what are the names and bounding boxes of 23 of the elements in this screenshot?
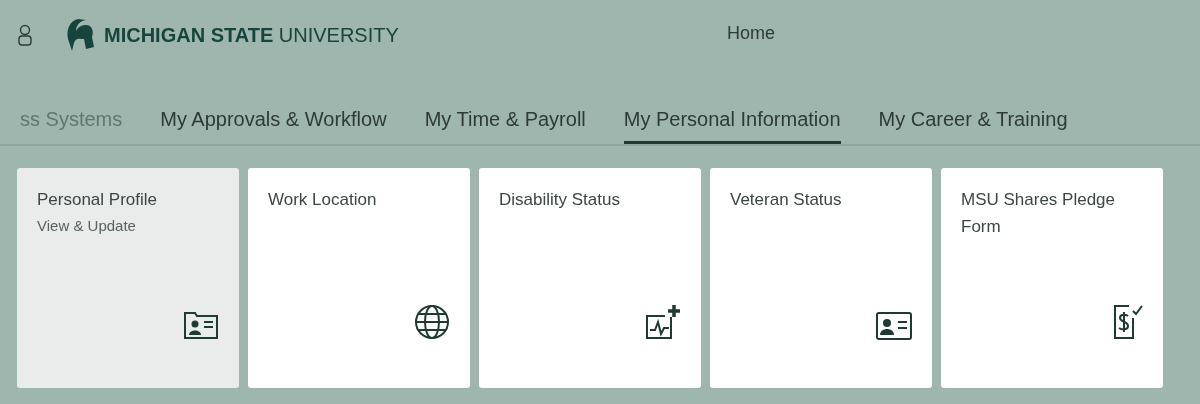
university-logo-text: MICHIGAN STATE UNIVERSITY	[104, 23, 399, 48]
app-tile[interactable]: MSU Shares Pledge Form	[941, 168, 1163, 388]
dollar-document-check-icon	[1113, 304, 1143, 340]
tile-title: MSU Shares Pledge Form	[961, 189, 1117, 238]
id-card-icon	[876, 312, 912, 340]
tile-title: Work Location	[268, 189, 378, 211]
tile-title: Veteran Status	[730, 189, 843, 211]
app-tile[interactable]: Disability Status	[479, 168, 701, 388]
folder-id-icon	[183, 310, 219, 340]
nav-tab[interactable]: My Time & Payroll	[424, 90, 586, 144]
app-tile[interactable]: Personal Profile View & Update	[17, 168, 239, 388]
heart-monitor-plus-icon	[645, 304, 681, 340]
app-tile[interactable]: Work Location	[248, 168, 470, 388]
page-title: Home	[727, 22, 775, 45]
app-tile[interactable]: Veteran Status	[710, 168, 932, 388]
tile-title: Personal Profile	[37, 189, 158, 211]
nav-tab[interactable]: My Approvals & Workflow	[160, 90, 387, 144]
nav-tab[interactable]: My Career & Training	[878, 90, 1068, 144]
tile-title: Disability Status	[499, 189, 621, 211]
user-icon[interactable]	[18, 24, 32, 46]
tile-subtitle: View & Update	[37, 216, 137, 236]
nav-tab[interactable]: My Personal Information	[623, 90, 841, 144]
globe-icon	[414, 304, 450, 340]
